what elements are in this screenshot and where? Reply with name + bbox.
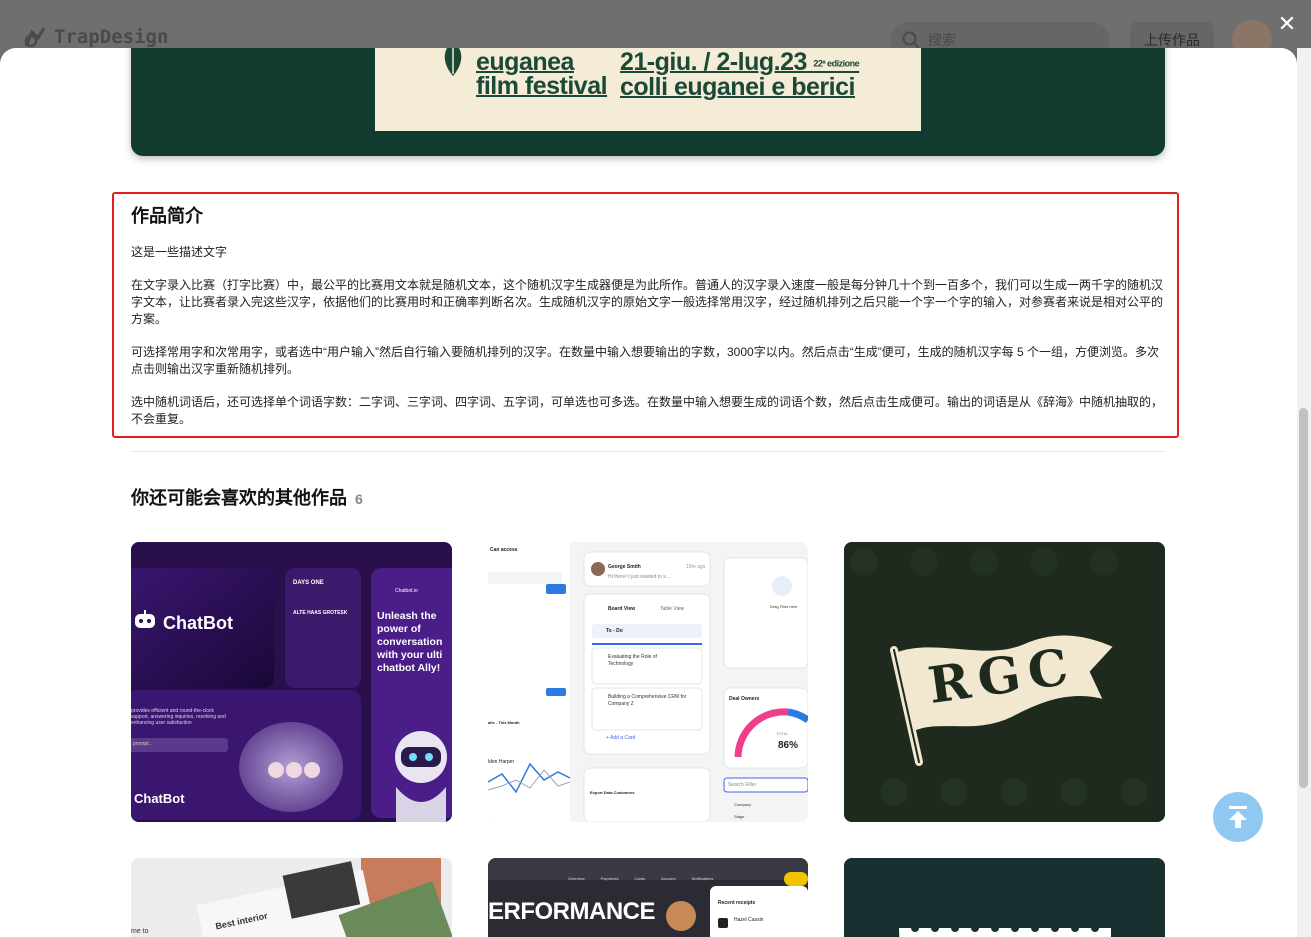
chatbot-description: provides efficient and round-the-clock s… [131,708,226,726]
background-logo: TrapDesign [22,24,168,50]
chatbot-font-sub: ALTE HAAS GROTESK [293,610,348,616]
robot-icon [135,610,155,628]
performance-nav-cards: Cards [634,876,646,881]
dashboard-company: Company [734,802,752,807]
performance-receipt-name: Hazel Cassin [734,917,764,923]
dashboard-user-message: Hi there! I just wanted to s... [608,574,670,580]
poster-left-line1: euganea [476,48,574,76]
poster-left-text: euganea film festival [476,48,608,100]
poster-location: colli euganei e berici [620,73,855,102]
dashboard-total-label: TOTAL [776,731,789,736]
work-card-rgc[interactable]: RGC [844,542,1165,822]
dashboard-search-filter: Search Filter [728,782,757,788]
dashboard-total-value: 86% [778,740,799,751]
dashboard-task-1: Evaluating the Role of Technology [608,654,657,667]
description-paragraph-4: 选中随机词语后，还可选择单个词语字数：二字词、三字词、四字词、五字词，可单选也可… [131,395,1164,426]
work-card-dashboard[interactable]: Can access George Smith 10m ago Hi there… [488,542,808,822]
performance-nav-account: Account [661,876,676,881]
hero-image: euganea film festival 21-giu. / 2-lug.23… [131,48,1165,156]
related-works-title: 你还可能会喜欢的其他作品 [131,488,347,508]
description-title: 作品简介 [131,206,203,226]
poster-edition: 22ª edizione [813,58,860,69]
dashboard-user-time: 10m ago [686,564,706,570]
dashboard-task-2: Building a Comprehensive CRM for Company… [608,694,687,707]
dashboard-add-card: + Add a Card [606,735,636,741]
scrollbar-thumb[interactable] [1299,408,1308,788]
dashboard-person: lden Harper [488,759,515,765]
dashboard-user-name: George Smith [608,564,641,570]
poster-dates: 21-giu. / 2-lug.23 [620,48,807,76]
work-card-performance[interactable]: ERFORMANCE Recent receipts Hazel Cassin … [488,858,808,937]
dashboard-stage: Stage [734,814,745,819]
performance-nav: Overview Payments Cards Account Notifica… [568,876,713,881]
description-paragraph-1: 这是一些描述文字 [131,245,228,259]
related-works-count: 6 [355,491,363,507]
work-card-ticket[interactable] [844,858,1165,937]
festival-poster: euganea film festival 21-giu. / 2-lug.23… [375,48,921,131]
performance-receipts: Recent receipts [718,900,756,906]
back-to-top-button[interactable] [1213,792,1263,842]
chatbot-artwork [131,542,452,822]
leaf-icon [444,48,462,76]
interior-text-2: me to [131,928,149,935]
performance-nav-payments: Payments [600,876,619,881]
work-card-chatbot[interactable]: ChatBot DAYS ONE ALTE HAAS GROTESK Chatb… [131,542,452,822]
ticket-artwork [844,858,1165,937]
dashboard-deal-owners: Deal Owners [729,696,760,702]
search-icon [902,31,920,49]
chatbot-tagline: Unleash the power of conversation with y… [377,610,443,674]
dashboard-board-tab: Board View [608,606,636,612]
search-placeholder: 搜索 [928,32,956,48]
section-divider [131,451,1165,452]
chatbot-site: Chatbot.io [395,588,418,594]
poster-left-line2: film festival [476,72,608,100]
logo-icon [24,27,46,48]
dashboard-export: Export Data Customers [590,790,635,795]
dashboard-access-title: Can access [490,547,518,553]
dashboard-month: alls - This Month [488,720,520,725]
performance-nav-overview: Overview [568,876,585,881]
dashboard-table-tab: Table View [660,606,685,612]
close-icon[interactable]: ✕ [1273,10,1301,38]
performance-nav-notifications: Notifications [691,876,714,881]
poster-right-text: 21-giu. / 2-lug.23 22ª edizione colli eu… [620,48,860,102]
dashboard-drag-files: Drag Files here [770,604,798,609]
performance-headline: ERFORMANCE [488,898,656,925]
interior-artwork [131,858,452,937]
description-paragraph-3: 可选择常用字和次常用字，或者选中“用户输入”然后自行输入要随机排列的汉字。在数量… [131,345,1160,376]
chatbot-font-title: DAYS ONE [293,580,324,586]
related-works-heading: 你还可能会喜欢的其他作品 6 [131,484,363,510]
logo-text: TrapDesign [54,26,169,48]
arrow-up-icon [1229,806,1247,828]
dashboard-artwork [488,542,808,822]
description-paragraph-2: 在文字录入比赛（打字比赛）中，最公平的比赛用文本就是随机文本，这个随机汉字生成器… [131,278,1164,326]
chatbot-prompt: prompt... [133,741,153,747]
work-detail-modal: euganea film festival 21-giu. / 2-lug.23… [0,48,1297,937]
dashboard-todo: To - Do [606,628,623,634]
chatbot-brand: ChatBot [163,613,233,633]
chatbot-brand-bottom: ChatBot [134,791,185,806]
work-card-interior[interactable]: Best interior me to [131,858,452,937]
